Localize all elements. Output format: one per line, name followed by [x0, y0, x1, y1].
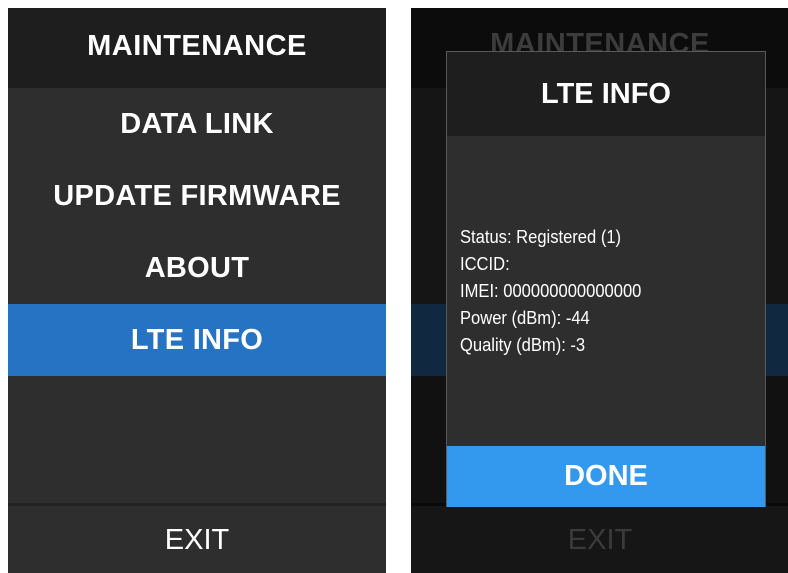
status-line: Status: Registered (1)	[460, 227, 622, 247]
lte-info-dialog: LTE INFO Status: Registered (1) ICCID: I…	[446, 51, 766, 507]
quality-line: Quality (dBm): -3	[460, 335, 586, 355]
menu-header-title: MAINTENANCE	[8, 8, 386, 88]
maintenance-menu-screen: MAINTENANCE DATA LINK UPDATE FIRMWARE AB…	[8, 8, 386, 573]
done-button[interactable]: DONE	[447, 446, 765, 507]
lte-info-dialog-screen: MAINTENANCE EXIT LTE INFO Status: Regist…	[411, 8, 788, 573]
imei-line: IMEI: 000000000000000	[460, 281, 642, 301]
dimmed-exit-button: EXIT	[411, 506, 788, 573]
menu-item-lte-info[interactable]: LTE INFO	[8, 304, 386, 376]
menu-item-about[interactable]: ABOUT	[8, 232, 386, 304]
iccid-line: ICCID:	[460, 254, 510, 274]
exit-button[interactable]: EXIT	[8, 506, 386, 573]
dialog-title: LTE INFO	[447, 52, 765, 136]
menu-item-data-link[interactable]: DATA LINK	[8, 88, 386, 160]
power-line: Power (dBm): -44	[460, 308, 590, 328]
menu-item-update-firmware[interactable]: UPDATE FIRMWARE	[8, 160, 386, 232]
lte-info-details: Status: Registered (1) ICCID: IMEI: 0000…	[460, 224, 657, 359]
